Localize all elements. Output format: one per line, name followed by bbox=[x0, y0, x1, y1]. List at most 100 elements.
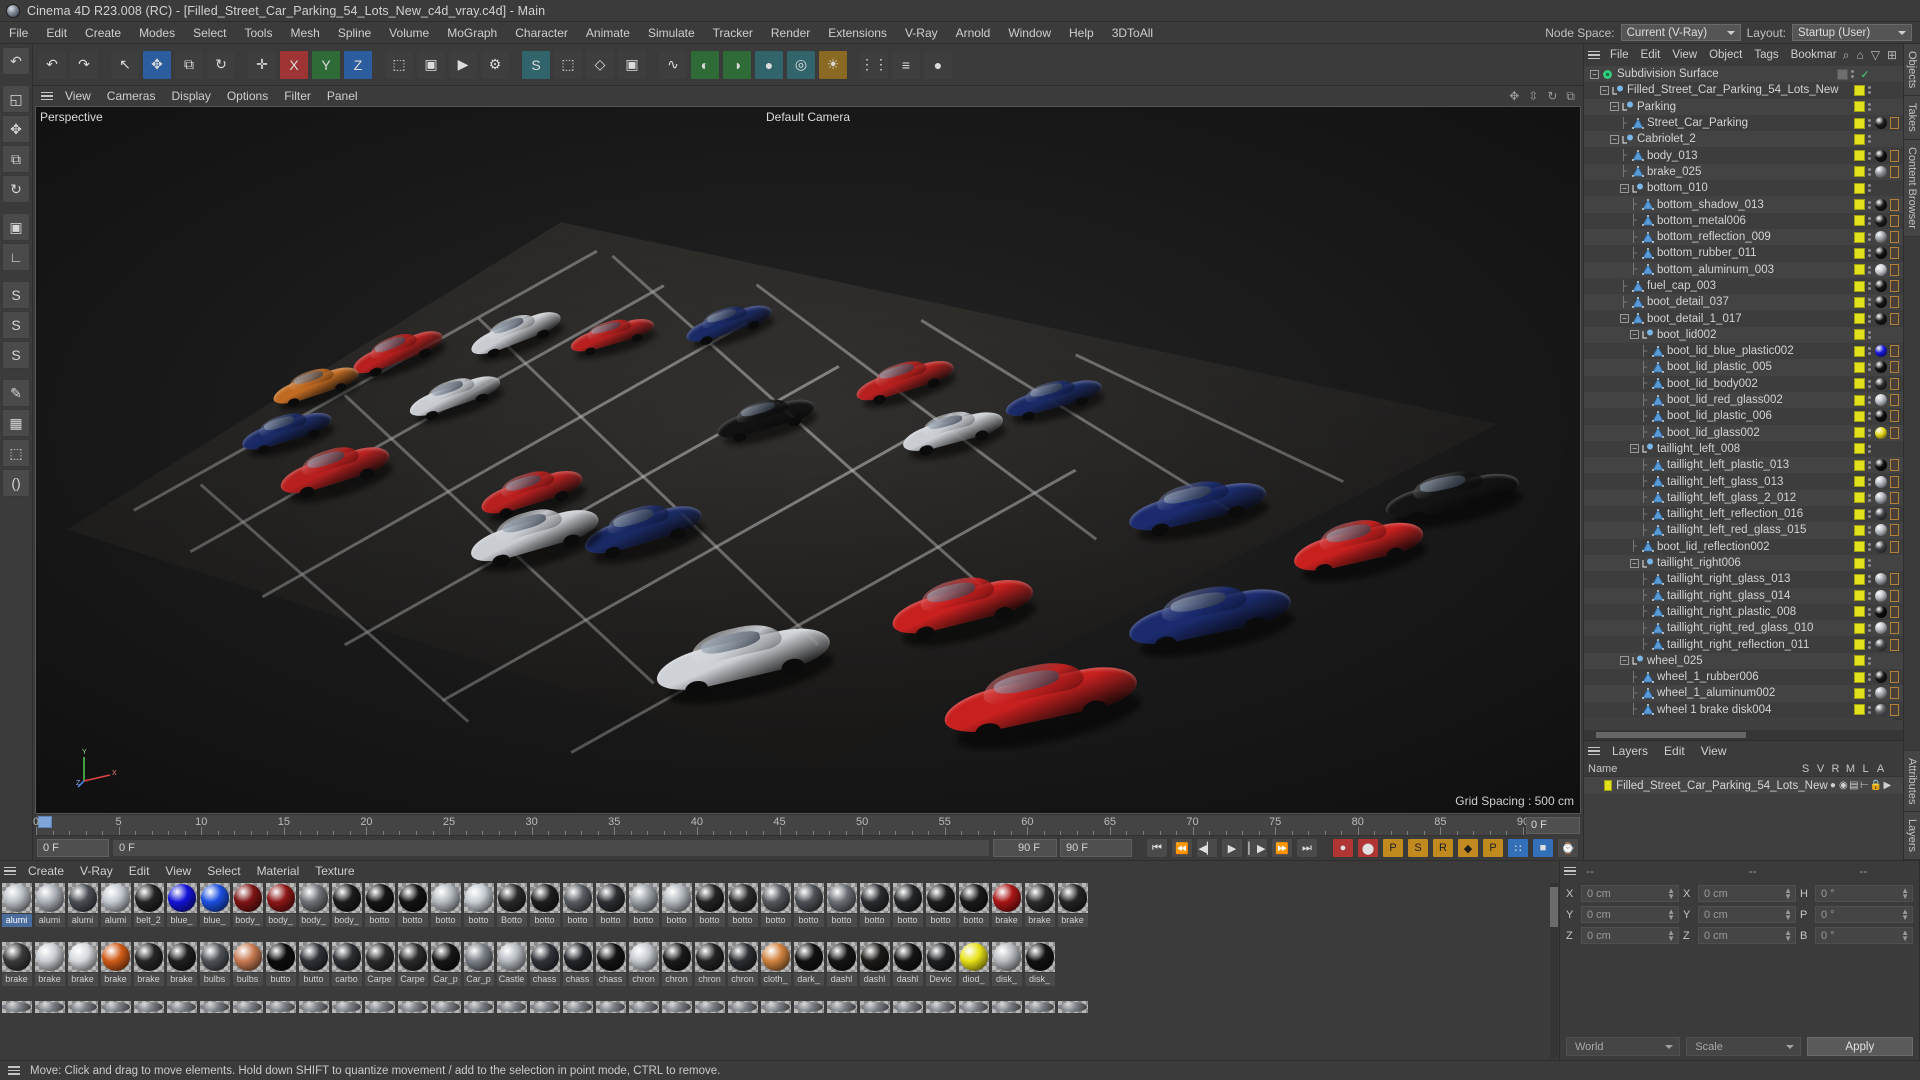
coord-field-rotation-p[interactable]: 0 ° ▲ ▼ bbox=[1815, 906, 1913, 923]
menu-spline[interactable]: Spline bbox=[329, 22, 380, 44]
layer-row[interactable]: Filled_Street_Car_Parking_54_Lots_New ● … bbox=[1584, 777, 1903, 794]
layer-tag-icon[interactable] bbox=[1854, 606, 1865, 618]
material-cell[interactable] bbox=[331, 1001, 362, 1015]
material-cell[interactable] bbox=[298, 1001, 329, 1015]
material-cell[interactable] bbox=[232, 1001, 263, 1015]
object-tree-row[interactable]: − taillight_right006 bbox=[1584, 554, 1903, 572]
material-tag-icon[interactable] bbox=[1875, 345, 1887, 358]
layer-tag-icon[interactable] bbox=[1854, 247, 1865, 259]
object-tree-row[interactable]: − bottom_010 bbox=[1584, 180, 1903, 197]
texture-tag-icon[interactable] bbox=[1890, 198, 1899, 211]
material-tag-icon[interactable] bbox=[1875, 508, 1887, 521]
menu-help[interactable]: Help bbox=[1060, 22, 1103, 44]
solo-dot-icon[interactable]: ● bbox=[1828, 780, 1838, 791]
material-cell[interactable]: botto bbox=[826, 883, 857, 939]
material-cell[interactable]: Car_p bbox=[463, 942, 494, 998]
next-frame-button[interactable]: ▏▶ bbox=[1246, 838, 1268, 858]
texture-tag-icon[interactable] bbox=[1890, 280, 1899, 292]
viewport-menu-filter[interactable]: Filter bbox=[276, 86, 319, 106]
project-time-button[interactable]: ⌚ bbox=[1557, 838, 1579, 858]
record-active-objects-button[interactable]: ● bbox=[1332, 838, 1354, 858]
texture-tag-icon[interactable] bbox=[1890, 426, 1899, 439]
menu-character[interactable]: Character bbox=[506, 22, 577, 44]
home-icon[interactable]: ⌂ bbox=[1856, 48, 1863, 63]
material-cell[interactable]: botto bbox=[760, 883, 791, 939]
texture-tag-icon[interactable] bbox=[1890, 296, 1899, 309]
layer-tag-icon[interactable] bbox=[1854, 378, 1865, 390]
texture-tag-icon[interactable] bbox=[1890, 149, 1899, 162]
material-cell[interactable]: chron bbox=[628, 942, 659, 998]
material-cell[interactable]: blue_ bbox=[199, 883, 230, 939]
coord-field-size-y[interactable]: 0 cm ▲ ▼ bbox=[1698, 906, 1796, 923]
material-tag-icon[interactable] bbox=[1875, 117, 1887, 130]
material-tag-icon[interactable] bbox=[1875, 377, 1887, 390]
visibility-dots-icon[interactable] bbox=[1868, 363, 1872, 372]
menu-extensions[interactable]: Extensions bbox=[819, 22, 896, 44]
material-cell[interactable] bbox=[1057, 1001, 1088, 1015]
object-tree-row[interactable]: ├ taillight_left_plastic_013 bbox=[1584, 457, 1903, 474]
object-tree-row[interactable]: ├ taillight_left_red_glass_015 bbox=[1584, 522, 1903, 539]
layer-tag-icon[interactable] bbox=[1854, 508, 1865, 520]
material-cell[interactable]: Car_p bbox=[430, 942, 461, 998]
timeline-ruler[interactable]: 0 5 10 15 20 25 30 35 40 45 50 55 60 65 70 75 80 85 90 bbox=[33, 814, 1529, 836]
material-cell[interactable]: Carpe bbox=[364, 942, 395, 998]
visibility-dots-icon[interactable] bbox=[1868, 314, 1872, 323]
layer-tag-icon[interactable] bbox=[1854, 117, 1865, 129]
coord-field-rotation-h[interactable]: 0 ° ▲ ▼ bbox=[1815, 885, 1913, 902]
coord-field-position-z[interactable]: 0 cm ▲ ▼ bbox=[1581, 927, 1679, 944]
menu-v-ray[interactable]: V-Ray bbox=[896, 22, 947, 44]
material-tag-icon[interactable] bbox=[1875, 491, 1887, 504]
material-tag-icon[interactable] bbox=[1875, 361, 1887, 374]
texture-tag-icon[interactable] bbox=[1890, 573, 1899, 586]
surface-s-icon[interactable]: S bbox=[2, 281, 30, 309]
material-cell[interactable]: botto bbox=[661, 883, 692, 939]
keyframe-rotation-button[interactable]: R bbox=[1432, 838, 1454, 858]
object-tree-row[interactable]: − Parking bbox=[1584, 98, 1903, 115]
timeline-right-frame-field[interactable]: 0 F bbox=[1526, 816, 1580, 834]
layout-select[interactable]: Startup (User) bbox=[1792, 24, 1912, 41]
object-tree-row[interactable]: ├ taillight_left_glass_013 bbox=[1584, 473, 1903, 490]
texture-tag-icon[interactable] bbox=[1890, 475, 1899, 488]
layer-tag-icon[interactable] bbox=[1854, 345, 1865, 357]
visibility-dots-icon[interactable] bbox=[1868, 526, 1872, 535]
layer-tag-icon[interactable] bbox=[1854, 590, 1865, 602]
object-menu-tags[interactable]: Tags bbox=[1748, 44, 1784, 66]
object-tree-row[interactable]: ├ fuel_cap_003 bbox=[1584, 277, 1903, 295]
material-cell[interactable]: botto bbox=[529, 883, 560, 939]
material-tag-icon[interactable] bbox=[1875, 540, 1887, 553]
texture-tag-icon[interactable] bbox=[1890, 540, 1899, 553]
material-tag-icon[interactable] bbox=[1875, 214, 1887, 227]
material-cell[interactable] bbox=[34, 1001, 65, 1015]
menu-3dtoall[interactable]: 3DToAll bbox=[1103, 22, 1162, 44]
object-menu-object[interactable]: Object bbox=[1703, 44, 1748, 66]
visibility-dots-icon[interactable] bbox=[1868, 135, 1872, 144]
material-menu-texture[interactable]: Texture bbox=[307, 861, 362, 881]
visibility-dots-icon[interactable] bbox=[1868, 119, 1872, 128]
material-scrollbar[interactable] bbox=[1550, 883, 1558, 1058]
menu-window[interactable]: Window bbox=[999, 22, 1060, 44]
material-menu-edit[interactable]: Edit bbox=[121, 861, 158, 881]
menu-mograph[interactable]: MoGraph bbox=[438, 22, 506, 44]
object-tree-row[interactable]: ├ bottom_metal006 bbox=[1584, 212, 1903, 229]
material-cell[interactable]: botto bbox=[892, 883, 923, 939]
material-cell[interactable] bbox=[826, 1001, 857, 1015]
tree-collapse-toggle[interactable]: − bbox=[1630, 444, 1639, 454]
object-tree-row[interactable]: ├ boot_lid_blue_plastic002 bbox=[1584, 343, 1903, 360]
material-cell[interactable] bbox=[595, 1001, 626, 1015]
autokeying-button[interactable]: ⬤ bbox=[1357, 838, 1379, 858]
menu-volume[interactable]: Volume bbox=[380, 22, 438, 44]
timeline-playhead[interactable] bbox=[38, 816, 52, 828]
visibility-dots-icon[interactable] bbox=[1868, 379, 1872, 388]
viewport-menu-hamburger-icon[interactable] bbox=[37, 91, 57, 101]
measure-tool-icon[interactable]: ∟ bbox=[2, 243, 30, 271]
material-cell[interactable]: dashl bbox=[892, 942, 923, 998]
subdivision-button[interactable]: ◇ bbox=[585, 49, 615, 80]
material-cell[interactable]: botto bbox=[793, 883, 824, 939]
layer-tag-icon[interactable] bbox=[1854, 280, 1865, 292]
layer-tag-icon[interactable] bbox=[1854, 199, 1865, 211]
tree-collapse-toggle[interactable]: − bbox=[1610, 134, 1619, 144]
spinner-icon[interactable]: ▲ ▼ bbox=[1784, 887, 1792, 901]
dopesheet-button[interactable]: ∷ bbox=[1507, 838, 1529, 858]
layer-tag-icon[interactable] bbox=[1854, 101, 1865, 113]
tree-collapse-toggle[interactable]: − bbox=[1620, 314, 1629, 324]
